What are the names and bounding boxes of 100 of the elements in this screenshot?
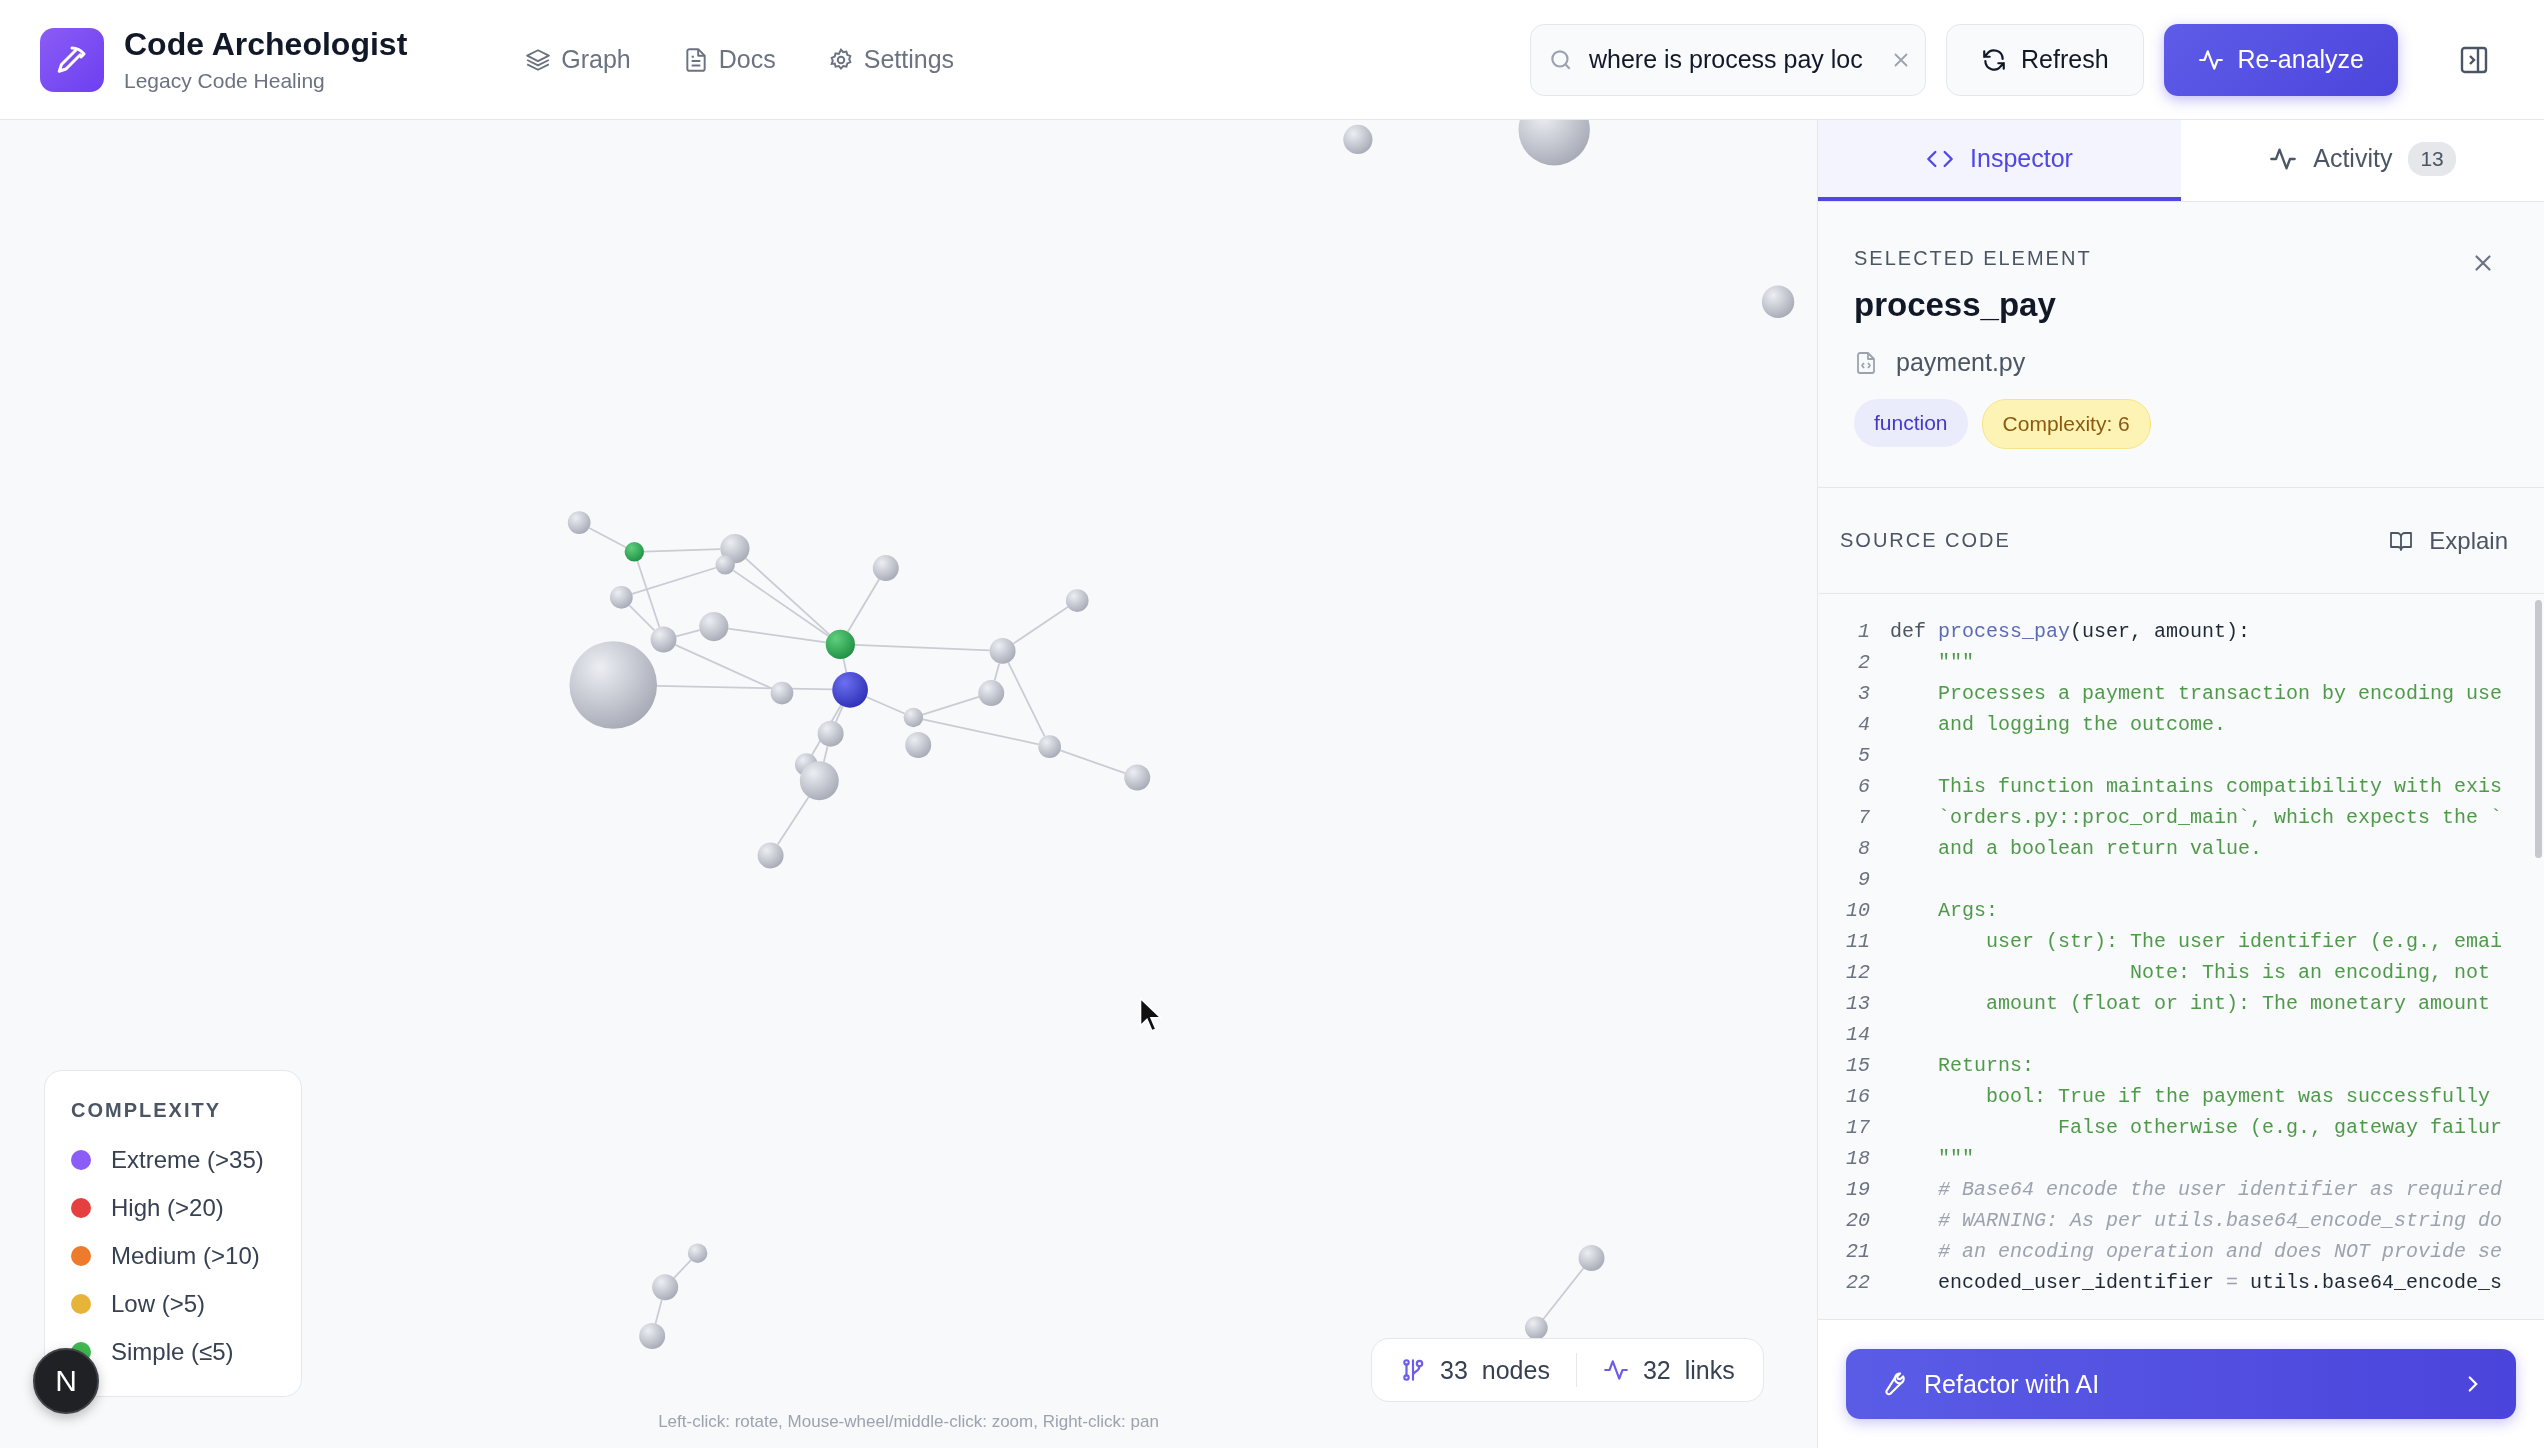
code-line: Returns: [1937, 1054, 2035, 1077]
graph-edge [1059, 749, 1126, 775]
code-line: """ [1937, 1147, 1974, 1170]
graph-edge [993, 662, 1001, 682]
line-number: 2 [1857, 651, 1870, 674]
graph-node[interactable] [757, 842, 784, 869]
graph-edge [1012, 606, 1069, 645]
code-file-icon [1854, 350, 1878, 375]
graph-edge [865, 696, 906, 715]
nav-link[interactable]: Settings [827, 45, 955, 74]
code-line: This function maintains compatibility with exis [1937, 775, 2503, 798]
code-line: """ [1937, 651, 1974, 674]
legend-label: Extreme (>35) [111, 1146, 264, 1174]
graph-node[interactable] [624, 542, 645, 562]
line-number: 8 [1857, 837, 1870, 860]
graph-node[interactable] [905, 732, 932, 758]
refresh-icon [1981, 46, 2007, 73]
graph-node[interactable] [1065, 589, 1089, 612]
line-number: 1 [1857, 620, 1870, 643]
legend-label: Low (>5) [111, 1290, 206, 1318]
app-title: Code Archeologist [124, 26, 408, 63]
line-number: 10 [1845, 899, 1870, 922]
explain-button[interactable]: Explain [2389, 526, 2508, 555]
graph-node[interactable] [1343, 124, 1373, 155]
line-number: 5 [1857, 744, 1870, 767]
graph-node[interactable] [799, 761, 839, 801]
nav-link[interactable]: Graph [525, 45, 631, 74]
element-name: process_pay [1854, 286, 2057, 324]
graph-node[interactable] [1124, 764, 1151, 791]
graph-node[interactable] [978, 680, 1005, 707]
cursor-icon [1139, 996, 1163, 1032]
graph-node[interactable] [610, 585, 633, 609]
line-number: 9 [1857, 868, 1870, 891]
line-number: 22 [1845, 1271, 1870, 1294]
controls-hint: Left-click: rotate, Mouse-wheel/middle-click: zoom, Right-click: pan [657, 1412, 1160, 1432]
count-badge: 13 [2408, 141, 2456, 176]
graph-node[interactable] [569, 641, 658, 729]
graph-node[interactable] [1038, 735, 1061, 758]
line-number: 4 [1857, 713, 1870, 736]
search-field[interactable]: where is process pay loc [1530, 23, 1926, 96]
stat-count: 33 [1440, 1355, 1468, 1385]
branch-icon [1400, 1357, 1426, 1383]
section-label: SOURCE CODE [1840, 529, 2011, 552]
graph-node[interactable] [832, 672, 868, 708]
line-number: 3 [1857, 682, 1870, 705]
graph-node[interactable] [770, 681, 794, 705]
graph-node[interactable] [989, 637, 1016, 664]
code-line: Processes a payment transaction by encoding use [1937, 682, 2503, 705]
graph-node[interactable] [1761, 285, 1795, 319]
graph-node[interactable] [567, 511, 591, 534]
line-number: 6 [1857, 775, 1870, 798]
dev-tools-button[interactable]: N [33, 1348, 99, 1414]
graph-node[interactable] [872, 555, 899, 582]
legend-label: Simple (≤5) [111, 1338, 234, 1366]
refresh-button[interactable]: Refresh [1946, 23, 2144, 96]
graph-edge [588, 527, 627, 549]
graph-node[interactable] [817, 720, 844, 747]
scrollbar[interactable] [2535, 600, 2542, 858]
activity-icon [1602, 1357, 1629, 1383]
line-number: 20 [1845, 1209, 1870, 1232]
graph-node[interactable] [652, 1274, 679, 1301]
line-number: 15 [1845, 1054, 1870, 1077]
code-line: and a boolean return value. [1937, 837, 2263, 860]
graph-node[interactable] [1578, 1245, 1605, 1272]
code-line: user (str): The user identifier (e.g., emai [1985, 930, 2503, 953]
code-line: and logging the outcome. [1937, 713, 2227, 736]
graph-node[interactable] [650, 626, 677, 653]
reanalyze-button[interactable]: Re-analyze [2163, 23, 2398, 96]
file-name: payment.py [1896, 348, 2026, 377]
line-number: 18 [1845, 1147, 1870, 1170]
graph-edge [921, 696, 980, 716]
graph-node[interactable] [1525, 1316, 1548, 1340]
refactor-button[interactable]: Refactor with AI [1846, 1349, 2516, 1419]
graph-edge [673, 1259, 692, 1279]
tag: function [1854, 399, 1968, 447]
graph-node[interactable] [639, 1323, 666, 1349]
layers-icon [525, 46, 552, 73]
graph-edge [654, 1298, 663, 1325]
line-number: 14 [1845, 1023, 1870, 1046]
stat-count: 32 [1642, 1355, 1671, 1385]
line-number: 17 [1845, 1116, 1870, 1139]
line-number: 16 [1845, 1085, 1870, 1108]
graph-node[interactable] [903, 707, 924, 728]
graph-node[interactable] [699, 611, 729, 642]
graph-node[interactable] [687, 1243, 708, 1263]
nav-link[interactable]: Docs [682, 45, 776, 74]
graph-edge [846, 578, 881, 633]
panel-tab[interactable]: Inspector [1818, 120, 2181, 201]
code-line: encoded_user_identifier = utils.base64_encode_s [1937, 1271, 2503, 1294]
graph-node[interactable] [825, 629, 855, 659]
graph-node[interactable] [1518, 120, 1590, 166]
stat-label: nodes [1481, 1355, 1550, 1385]
graph-node[interactable] [720, 534, 750, 564]
graph-node[interactable] [715, 555, 735, 575]
code-line: # WARNING: As per utils.base64_encode_string do [1937, 1209, 2503, 1232]
code-line: # Base64 encode the user identifier as required [1937, 1178, 2503, 1201]
tag: Complexity: 6 [1981, 399, 2151, 449]
code-line: def process_pay(user, amount): [1890, 620, 2251, 643]
app-subtitle: Legacy Code Healing [124, 69, 326, 93]
legend-title: COMPLEXITY [71, 1099, 222, 1122]
